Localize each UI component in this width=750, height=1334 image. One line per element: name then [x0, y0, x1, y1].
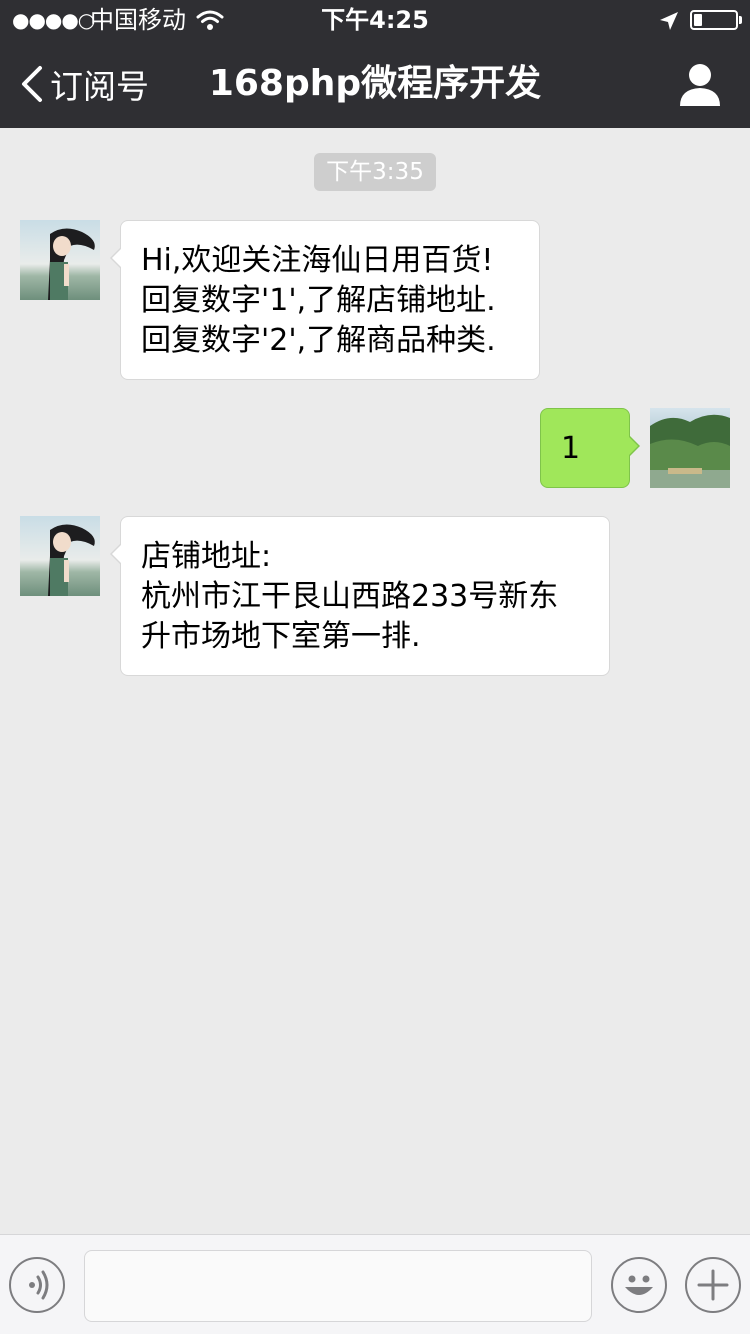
voice-button[interactable]: [9, 1257, 65, 1313]
plus-icon: [697, 1269, 729, 1301]
message-input[interactable]: [84, 1250, 592, 1322]
message-bubble-outgoing[interactable]: 1: [540, 408, 640, 488]
message-bubble-incoming[interactable]: 店铺地址: 杭州市江干艮山西路233号新东 升市场地下室第一排.: [110, 516, 610, 676]
message-line: 回复数字'2',了解商品种类.: [141, 323, 496, 358]
battery-tip: [739, 16, 742, 24]
location-arrow-icon: [660, 12, 678, 30]
emoji-icon: [625, 1275, 653, 1295]
message-line: 杭州市江干艮山西路233号新东: [141, 579, 559, 614]
nav-bar: 订阅号 168php微程序开发: [0, 40, 750, 128]
status-bar: ●●●●○ 中国移动 下午4:25: [0, 0, 750, 40]
input-bar: [0, 1234, 750, 1334]
avatar-image: [20, 516, 100, 596]
my-avatar[interactable]: [650, 408, 730, 488]
sender-avatar[interactable]: [20, 516, 100, 596]
clock: 下午4:25: [321, 6, 429, 34]
avatar-image: [650, 408, 730, 488]
message-line: 升市场地下室第一排.: [141, 619, 421, 654]
avatar-image: [20, 220, 100, 300]
more-button[interactable]: [685, 1257, 741, 1313]
chat-title: 168php微程序开发: [208, 63, 542, 104]
emoji-button[interactable]: [611, 1257, 667, 1313]
message-line: 1: [561, 431, 581, 466]
top-bar: ●●●●○ 中国移动 下午4:25 订阅号 168php微程序开发: [0, 0, 750, 128]
message-bubble-incoming[interactable]: Hi,欢迎关注海仙日用百货! 回复数字'1',了解店铺地址. 回复数字'2',了…: [110, 220, 540, 380]
message-timestamp: 下午3:35: [314, 153, 436, 191]
battery-level: [694, 14, 702, 26]
sender-avatar[interactable]: [20, 220, 100, 300]
message-line: 店铺地址:: [141, 539, 272, 574]
message-line: Hi,欢迎关注海仙日用百货!: [141, 243, 494, 278]
voice-icon: [29, 1270, 49, 1300]
person-icon[interactable]: [676, 60, 724, 108]
message-line: 回复数字'1',了解店铺地址.: [141, 283, 496, 318]
battery-icon: [690, 10, 738, 30]
